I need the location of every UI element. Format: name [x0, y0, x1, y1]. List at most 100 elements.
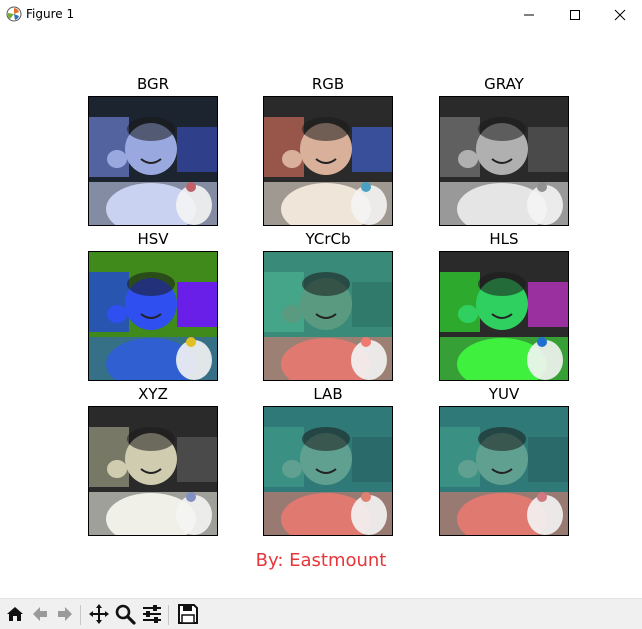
- background-cushion: [528, 127, 568, 172]
- save-button[interactable]: [176, 602, 200, 626]
- back-button[interactable]: [28, 602, 52, 626]
- subplot-image: [88, 96, 218, 226]
- baby-hair: [127, 427, 175, 451]
- subplot-image: [88, 251, 218, 381]
- toy-accent: [186, 182, 196, 192]
- toy-accent: [537, 492, 547, 502]
- toy-accent: [537, 337, 547, 347]
- subplot-image: [439, 406, 569, 536]
- background-toys: [89, 427, 129, 487]
- toy-accent: [361, 337, 371, 347]
- background-cushion: [177, 282, 217, 327]
- subplot-title: LAB: [313, 385, 343, 403]
- maximize-icon: [570, 10, 580, 20]
- background-cushion: [528, 282, 568, 327]
- raised-hand: [107, 305, 127, 323]
- baby-photo: [440, 252, 568, 380]
- subplot-title: BGR: [136, 75, 170, 93]
- subplot-title: YCrCb: [305, 230, 351, 248]
- subplot-title: XYZ: [138, 385, 168, 403]
- background-cushion: [352, 437, 392, 482]
- baby-photo: [89, 97, 217, 225]
- background-cushion: [352, 282, 392, 327]
- toy-accent: [186, 492, 196, 502]
- background-toys: [89, 117, 129, 177]
- background-cushion: [352, 127, 392, 172]
- pan-button[interactable]: [87, 602, 111, 626]
- baby-photo: [264, 407, 392, 535]
- close-button[interactable]: [597, 0, 642, 30]
- baby-photo: [440, 97, 568, 225]
- raised-hand: [107, 150, 127, 168]
- subplot-image: [88, 406, 218, 536]
- minimize-icon: [524, 14, 534, 16]
- background-toys: [89, 272, 129, 332]
- save-icon: [178, 604, 198, 624]
- toolbar-separator: [168, 605, 169, 625]
- subplot-title: HSV: [137, 230, 169, 248]
- title-bar: Figure 1: [0, 0, 642, 30]
- raised-hand: [107, 460, 127, 478]
- pan-icon: [89, 604, 109, 624]
- toy-accent: [361, 492, 371, 502]
- background-cushion: [528, 437, 568, 482]
- zoom-button[interactable]: [113, 602, 137, 626]
- baby-hair: [302, 272, 350, 296]
- baby-hair: [127, 117, 175, 141]
- raised-hand: [282, 150, 302, 168]
- close-icon: [614, 9, 626, 21]
- subplot-image: [439, 96, 569, 226]
- subplot-image: [439, 251, 569, 381]
- raised-hand: [282, 305, 302, 323]
- background-toys: [264, 427, 304, 487]
- subplot-title: YUV: [488, 385, 520, 403]
- zoom-icon: [115, 604, 136, 625]
- subplot-image: [263, 406, 393, 536]
- toy-accent: [186, 337, 196, 347]
- configure-subplots-button[interactable]: [140, 602, 164, 626]
- background-toys: [264, 272, 304, 332]
- raised-hand: [282, 460, 302, 478]
- toy-accent: [537, 182, 547, 192]
- raised-hand: [458, 460, 478, 478]
- forward-icon: [58, 607, 72, 621]
- raised-hand: [458, 150, 478, 168]
- baby-photo: [264, 252, 392, 380]
- baby-hair: [302, 117, 350, 141]
- subplot-title: HLS: [489, 230, 519, 248]
- background-toys: [264, 117, 304, 177]
- subplot-image: [263, 96, 393, 226]
- baby-photo: [264, 97, 392, 225]
- subplot-title: GRAY: [484, 75, 524, 93]
- author-caption: By: Eastmount: [255, 550, 387, 571]
- maximize-button[interactable]: [552, 0, 598, 30]
- baby-hair: [302, 427, 350, 451]
- home-icon: [7, 607, 23, 621]
- background-cushion: [177, 437, 217, 482]
- baby-hair: [478, 272, 526, 296]
- window-title: Figure 1: [26, 7, 75, 21]
- baby-photo: [89, 407, 217, 535]
- forward-button[interactable]: [53, 602, 77, 626]
- back-icon: [33, 607, 47, 621]
- background-cushion: [177, 127, 217, 172]
- navigation-toolbar: [0, 598, 642, 629]
- baby-hair: [478, 427, 526, 451]
- toy-accent: [361, 182, 371, 192]
- home-button[interactable]: [3, 602, 27, 626]
- matplotlib-logo-icon: [6, 6, 22, 22]
- background-toys: [440, 117, 480, 177]
- toolbar-separator: [80, 605, 81, 625]
- baby-hair: [478, 117, 526, 141]
- subplot-title: RGB: [311, 75, 345, 93]
- subplot-image: [263, 251, 393, 381]
- figure-canvas[interactable]: BGR RGB GRAY HSV YCrCb HLS XYZ LAB YUV B…: [0, 30, 642, 598]
- background-toys: [440, 272, 480, 332]
- baby-photo: [89, 252, 217, 380]
- raised-hand: [458, 305, 478, 323]
- minimize-button[interactable]: [506, 0, 552, 30]
- configure-subplots-icon: [143, 605, 161, 623]
- baby-photo: [440, 407, 568, 535]
- baby-hair: [127, 272, 175, 296]
- background-toys: [440, 427, 480, 487]
